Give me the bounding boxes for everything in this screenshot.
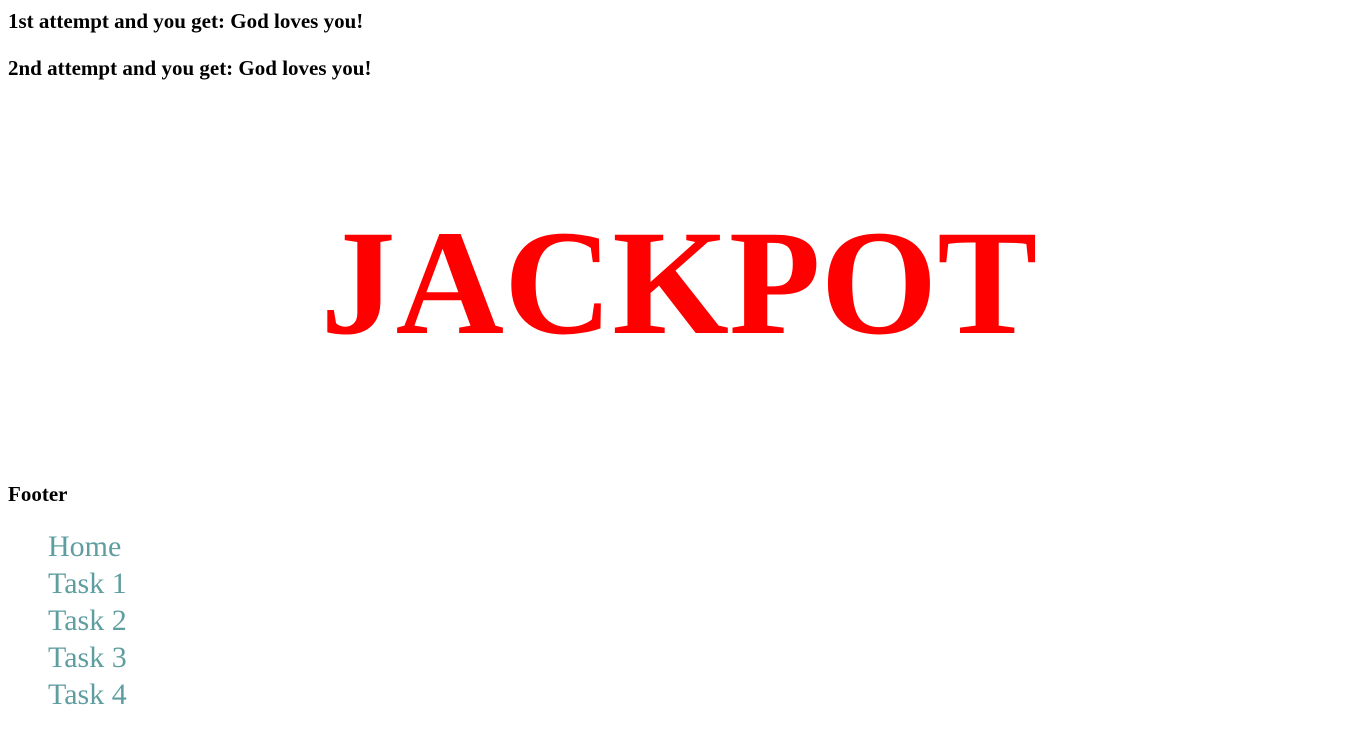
task-3-link[interactable]: Task 3 <box>48 641 127 674</box>
footer-nav-item-task-4: Task 4 <box>48 678 127 715</box>
jackpot-banner: JACKPOT <box>320 200 1038 366</box>
task-1-link[interactable]: Task 1 <box>48 567 127 600</box>
home-link[interactable]: Home <box>48 530 121 563</box>
footer-nav-item-task-1: Task 1 <box>48 567 127 604</box>
page: 1st attempt and you get: God loves you! … <box>0 0 1358 737</box>
task-4-link[interactable]: Task 4 <box>48 678 127 711</box>
footer-nav: Home Task 1 Task 2 Task 3 Task 4 <box>48 530 127 715</box>
footer-nav-item-home: Home <box>48 530 127 567</box>
attempt-1-result: 1st attempt and you get: God loves you! <box>8 9 364 33</box>
footer-title: Footer <box>8 482 68 506</box>
footer-nav-item-task-2: Task 2 <box>48 604 127 641</box>
footer-nav-item-task-3: Task 3 <box>48 641 127 678</box>
attempt-2-result: 2nd attempt and you get: God loves you! <box>8 56 372 80</box>
task-2-link[interactable]: Task 2 <box>48 604 127 637</box>
